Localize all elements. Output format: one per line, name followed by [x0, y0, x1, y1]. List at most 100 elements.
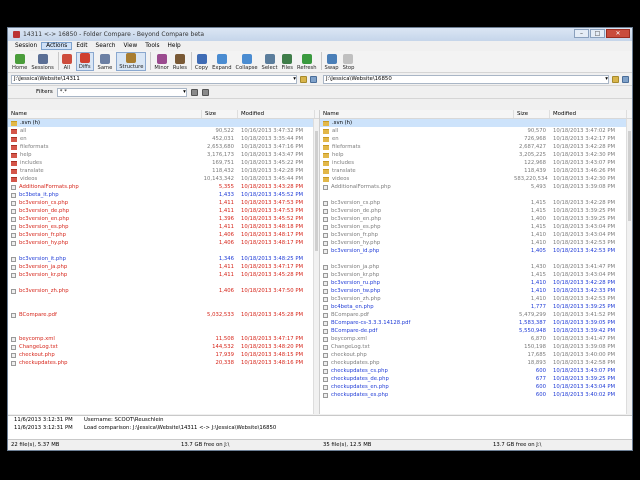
file-row[interactable]: bc3version_cs.php 1,415 10/18/2013 3:42:28…: [320, 199, 632, 207]
toolbar-refresh-button[interactable]: Refresh: [297, 54, 317, 71]
file-row[interactable]: bc3version_zh.php 1,406 10/18/2013 3:47:50…: [8, 287, 319, 295]
file-row[interactable]: AdditionalFormats.php 5,493 10/18/2013 3:3…: [320, 183, 632, 191]
scroll-thumb[interactable]: [628, 131, 631, 221]
file-row[interactable]: bc3version_en.php 1,400 10/18/2013 3:39:25…: [320, 215, 632, 223]
minimize-button[interactable]: –: [574, 29, 589, 38]
file-row[interactable]: bc3version_ja.php 1,430 10/18/2013 3:41:47…: [320, 263, 632, 271]
dropdown-arrow-icon[interactable]: ▾: [293, 76, 296, 83]
left-scrollbar[interactable]: [313, 119, 319, 414]
file-row[interactable]: bc3version_zh.php 1,410 10/18/2013 3:42:53…: [320, 295, 632, 303]
folder-row[interactable]: translate 118,439 10/18/2013 3:46:26 PM: [320, 167, 632, 175]
col-size[interactable]: Size: [202, 110, 238, 118]
col-name[interactable]: Name: [8, 110, 202, 118]
file-row[interactable]: checkupdates_de.php 677 10/18/2013 3:39:25…: [320, 375, 632, 383]
history-icon[interactable]: [310, 75, 317, 83]
file-row[interactable]: ChangeLog.txt 144,532 10/18/2013 3:48:20 P…: [8, 343, 319, 351]
file-row[interactable]: bc3version_fr.php 1,410 10/18/2013 3:43:04…: [320, 231, 632, 239]
file-row[interactable]: bc3version_tw.php 1,410 10/18/2013 3:42:33…: [320, 287, 632, 295]
file-row[interactable]: bc3version_ja.php 1,411 10/18/2013 3:47:17…: [8, 263, 319, 271]
toolbar-structure-button[interactable]: Structure: [116, 52, 147, 71]
file-row[interactable]: bc3version_de.php 1,411 10/18/2013 3:47:53…: [8, 207, 319, 215]
scroll-thumb[interactable]: [315, 131, 318, 251]
toolbar-expand-button[interactable]: Expand: [212, 54, 232, 71]
toolbar-sessions-button[interactable]: Sessions: [31, 54, 54, 71]
folder-row[interactable]: en 726,968 10/18/2013 3:42:17 PM: [320, 135, 632, 143]
toolbar-home-button[interactable]: Home: [12, 54, 27, 71]
toolbar-files-button[interactable]: Files: [282, 54, 293, 71]
file-row[interactable]: bc3version_kr.php 1,411 10/18/2013 3:45:28…: [8, 271, 319, 279]
file-row[interactable]: checkout.php 17,685 10/18/2013 3:40:00 PM: [320, 351, 632, 359]
file-row[interactable]: AdditionalFormats.php 5,355 10/18/2013 3:4…: [8, 183, 319, 191]
file-row[interactable]: bc3version_de.php 1,415 10/18/2013 3:39:25…: [320, 207, 632, 215]
right-scrollbar[interactable]: [626, 119, 632, 414]
filter-options-icon[interactable]: [201, 88, 209, 96]
folder-browse-icon[interactable]: [612, 75, 619, 83]
filter-icon[interactable]: [190, 88, 198, 96]
toolbar-minor-button[interactable]: Minor: [154, 54, 169, 71]
file-row[interactable]: bc4beta_en.php 1,777 10/18/2013 3:39:25 PM: [320, 303, 632, 311]
folder-row[interactable]: videos 583,220,534 10/18/2013 3:42:30 PM: [320, 175, 632, 183]
maximize-button[interactable]: □: [590, 29, 605, 38]
toolbar-rules-button[interactable]: Rules: [173, 54, 187, 71]
file-row[interactable]: BCompare-cs-3.3.3.14128.pdf 1,583,387 10/1…: [320, 319, 632, 327]
col-size[interactable]: Size: [514, 110, 550, 118]
folder-row[interactable]: fileformats 2,687,427 10/18/2013 3:42:28 P…: [320, 143, 632, 151]
menu-tools[interactable]: Tools: [141, 43, 163, 49]
col-modified[interactable]: Modified: [238, 110, 315, 118]
history-icon[interactable]: [622, 75, 629, 83]
folder-row[interactable]: includes 169,751 10/18/2013 3:45:22 PM: [8, 159, 319, 167]
col-modified[interactable]: Modified: [550, 110, 627, 118]
file-row[interactable]: checkupdates.php 18,893 10/18/2013 3:42:58…: [320, 359, 632, 367]
folder-row[interactable]: all 90,522 10/16/2013 3:47:32 PM: [8, 127, 319, 135]
file-row[interactable]: bc3version_cs.php 1,411 10/18/2013 3:47:53…: [8, 199, 319, 207]
toolbar-all-button[interactable]: All: [61, 54, 72, 71]
right-path-input[interactable]: J:\Jessica\Website\16850 ▾: [323, 74, 609, 84]
menu-search[interactable]: Search: [92, 43, 120, 49]
toolbar-collapse-button[interactable]: Collapse: [236, 54, 258, 71]
file-row[interactable]: bc3version_hy.php 1,410 10/18/2013 3:42:53…: [320, 239, 632, 247]
toolbar-same-button[interactable]: Same: [98, 54, 112, 71]
col-name[interactable]: Name: [320, 110, 514, 118]
filters-input[interactable]: *.* ▾: [56, 87, 187, 97]
folder-row[interactable]: .svn (h): [8, 119, 319, 127]
folder-row[interactable]: includes 122,968 10/18/2013 3:43:07 PM: [320, 159, 632, 167]
file-row[interactable]: beycomp.xml 6,870 10/18/2013 3:41:47 PM: [320, 335, 632, 343]
file-row[interactable]: bc3version_fr.php 1,406 10/18/2013 3:48:17…: [8, 231, 319, 239]
file-row[interactable]: checkupdates_en.php 600 10/18/2013 3:43:04…: [320, 383, 632, 391]
file-row[interactable]: BCompare-de.pdf 5,550,948 10/18/2013 3:39:…: [320, 327, 632, 335]
dropdown-arrow-icon[interactable]: ▾: [183, 89, 186, 96]
file-row[interactable]: bc3version_kr.php 1,415 10/18/2013 3:43:04…: [320, 271, 632, 279]
menu-help[interactable]: Help: [164, 43, 185, 49]
folder-row[interactable]: videos 10,143,342 10/18/2013 3:45:44 PM: [8, 175, 319, 183]
menu-session[interactable]: Session: [11, 43, 41, 49]
folder-row[interactable]: fileformats 2,653,680 10/18/2013 3:47:16 P…: [8, 143, 319, 151]
file-row[interactable]: bc3version_ru.php 1,410 10/18/2013 3:42:28…: [320, 279, 632, 287]
file-row[interactable]: bc3beta_it.php 1,433 10/18/2013 3:45:52 PM: [8, 191, 319, 199]
folder-browse-icon[interactable]: [300, 75, 307, 83]
file-row[interactable]: ChangeLog.txt 150,198 10/18/2013 3:39:08 P…: [320, 343, 632, 351]
file-row[interactable]: checkupdates_cs.php 600 10/18/2013 3:43:07…: [320, 367, 632, 375]
file-row[interactable]: checkupdates_es.php 600 10/18/2013 3:40:02…: [320, 391, 632, 399]
toolbar-select-button[interactable]: Select: [262, 54, 278, 71]
folder-row[interactable]: help 3,176,173 10/18/2013 3:43:47 PM: [8, 151, 319, 159]
folder-row[interactable]: translate 118,432 10/18/2013 3:42:28 PM: [8, 167, 319, 175]
file-row[interactable]: checkupdates.php 20,338 10/18/2013 3:48:16…: [8, 359, 319, 367]
toolbar-stop-button[interactable]: Stop: [343, 54, 354, 71]
file-row[interactable]: bc3version_it.php 1,346 10/18/2013 3:48:25…: [8, 255, 319, 263]
toolbar-diffs-button[interactable]: Diffs: [75, 52, 94, 71]
menu-edit[interactable]: Edit: [72, 43, 91, 49]
file-row[interactable]: bc3version_es.php 1,415 10/18/2013 3:43:04…: [320, 223, 632, 231]
folder-row[interactable]: en 452,031 10/18/2013 3:35:44 PM: [8, 135, 319, 143]
file-row[interactable]: beycomp.xml 11,508 10/18/2013 3:47:17 PM: [8, 335, 319, 343]
file-row[interactable]: BCompare.pdf 5,032,533 10/18/2013 3:45:28 …: [8, 311, 319, 319]
file-row[interactable]: bc3version_hy.php 1,406 10/18/2013 3:48:17…: [8, 239, 319, 247]
left-path-input[interactable]: J:\Jessica\Website\14311 ▾: [11, 74, 297, 84]
file-row[interactable]: bc3version_es.php 1,411 10/18/2013 3:48:18…: [8, 223, 319, 231]
file-row[interactable]: bc3version_id.php 1,405 10/18/2013 3:42:53…: [320, 247, 632, 255]
toolbar-swap-button[interactable]: Swap: [325, 54, 339, 71]
dropdown-arrow-icon[interactable]: ▾: [605, 76, 608, 83]
folder-row[interactable]: .svn (h): [320, 119, 632, 127]
file-row[interactable]: BCompare.pdf 5,479,299 10/18/2013 3:41:52 …: [320, 311, 632, 319]
toolbar-copy-button[interactable]: Copy: [195, 54, 208, 71]
folder-row[interactable]: all 90,570 10/18/2013 3:47:02 PM: [320, 127, 632, 135]
